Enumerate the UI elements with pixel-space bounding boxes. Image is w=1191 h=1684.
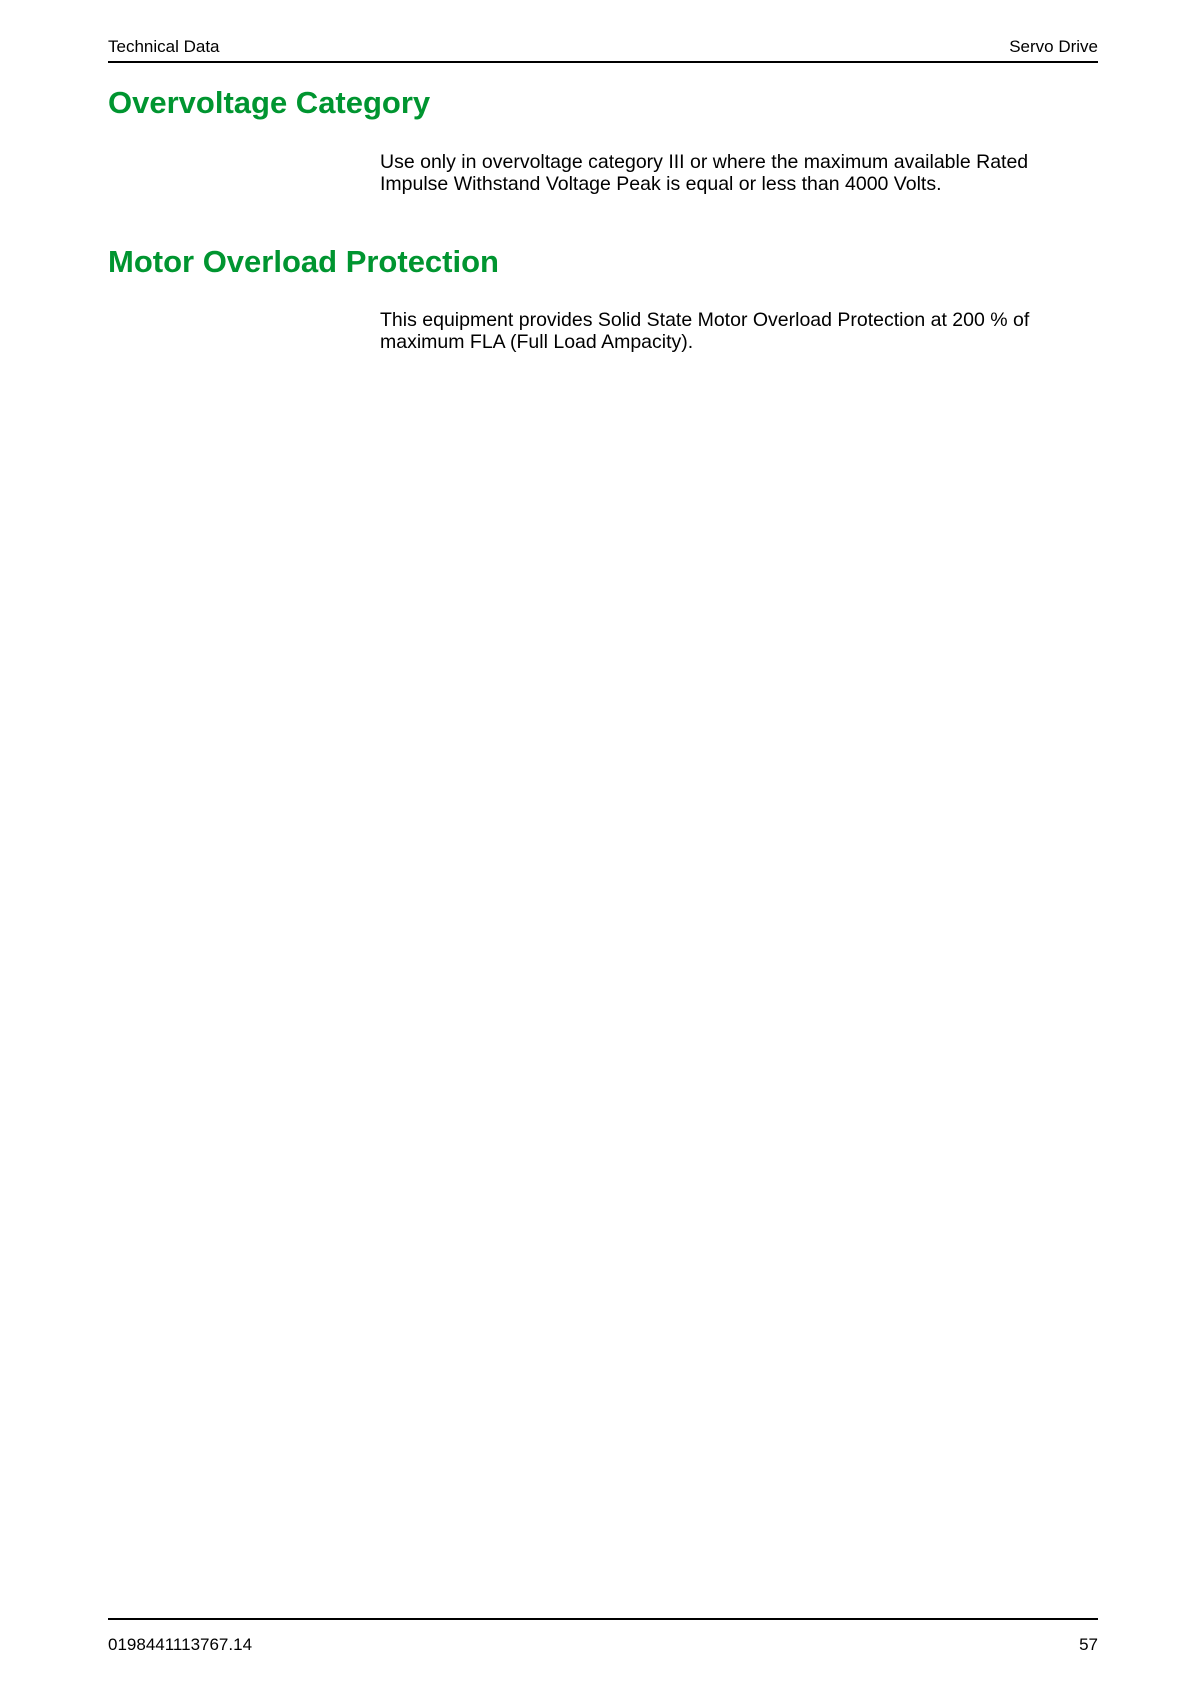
header-product-name: Servo Drive xyxy=(1009,37,1098,56)
section-text-overvoltage: Use only in overvoltage category III or … xyxy=(380,151,1029,195)
section-heading-motor-overload: Motor Overload Protection xyxy=(108,244,499,279)
footer-document-number: 0198441113767.14 xyxy=(108,1635,253,1654)
page-footer: 0198441113767.14 57 xyxy=(108,1618,1098,1658)
header-chapter-title: Technical Data xyxy=(108,37,220,56)
page-header: Technical Data Servo Drive xyxy=(108,36,1098,63)
section-heading-overvoltage: Overvoltage Category xyxy=(108,85,431,120)
section-text-motor-overload: This equipment provides Solid State Moto… xyxy=(380,309,1030,353)
footer-page-number: 57 xyxy=(1079,1635,1098,1654)
